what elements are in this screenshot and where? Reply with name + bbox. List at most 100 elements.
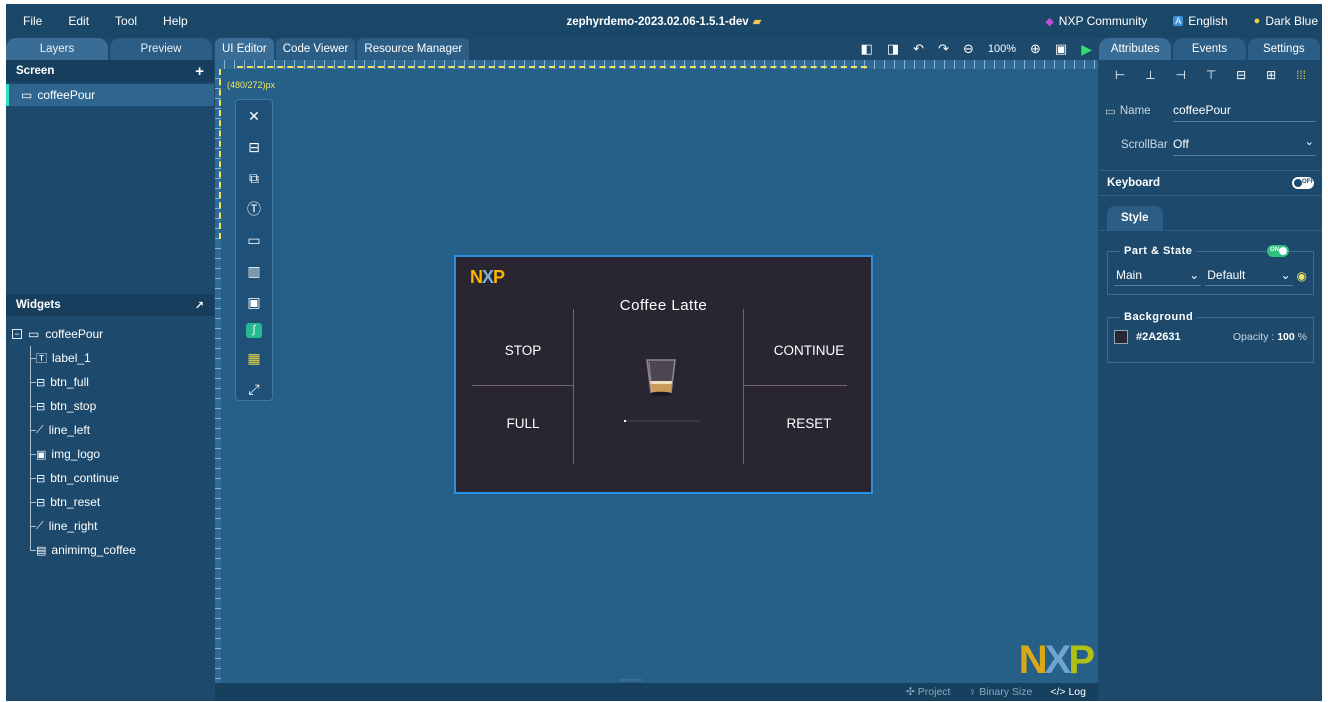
widgets-section-header: Widgets ↗ xyxy=(6,294,214,316)
tree-item-label: btn_reset xyxy=(50,495,101,509)
log-label: Log xyxy=(1068,686,1086,698)
tab-events[interactable]: Events xyxy=(1173,38,1246,60)
tree-item-line-right[interactable]: ⟋ line_right xyxy=(6,514,214,538)
panel-drag-handle[interactable] xyxy=(620,679,642,681)
line-widget-icon[interactable]: ∫ xyxy=(246,322,262,339)
align-left-icon[interactable]: ⊢ xyxy=(1115,68,1125,82)
background-hex[interactable]: #2A2631 xyxy=(1136,331,1181,343)
bring-front-icon[interactable]: ◧ xyxy=(861,41,873,57)
name-property: ▭ Name coffeePour xyxy=(1099,98,1322,124)
tree-item-label: img_logo xyxy=(51,447,101,461)
popout-icon[interactable]: ↗ xyxy=(195,299,204,312)
part-state-toggle-text: ON xyxy=(1270,247,1279,253)
collapse-palette-icon[interactable]: ✕ xyxy=(243,106,265,127)
send-back-icon[interactable]: ◨ xyxy=(887,41,899,57)
background-color-swatch[interactable] xyxy=(1114,330,1128,344)
continue-button[interactable]: CONTINUE xyxy=(754,343,864,358)
add-screen-icon[interactable]: + xyxy=(195,63,204,80)
run-icon[interactable]: ▶ xyxy=(1081,41,1092,58)
state-select[interactable]: Default ⌄ xyxy=(1205,266,1293,286)
opacity-readout[interactable]: Opacity : 100 % xyxy=(1233,331,1307,343)
menu-file[interactable]: File xyxy=(10,14,55,28)
widgets-section-title: Widgets xyxy=(16,299,61,311)
resolution-label: (480/272)px xyxy=(227,80,276,90)
collapse-icon[interactable]: − xyxy=(12,329,22,339)
keyboard-toggle[interactable]: OFF xyxy=(1292,177,1314,189)
part-state-toggle[interactable]: ON xyxy=(1267,245,1289,257)
project-status-tab[interactable]: ✣ Project xyxy=(906,686,950,698)
image-widget-icon[interactable]: ▣ xyxy=(243,292,265,313)
tree-item-line-left[interactable]: ⟋ line_left xyxy=(6,418,214,442)
align-bottom-icon[interactable]: ⊞ xyxy=(1266,68,1276,82)
tab-preview[interactable]: Preview xyxy=(110,38,212,60)
export-icon[interactable]: ▣ xyxy=(1055,41,1067,57)
tree-item-btn-reset[interactable]: ⊟ btn_reset xyxy=(6,490,214,514)
full-button[interactable]: FULL xyxy=(473,416,573,431)
grid-icon[interactable]: ⁞⁞⁞ xyxy=(1296,68,1306,82)
align-middle-icon[interactable]: ⊟ xyxy=(1236,68,1246,82)
tab-resource-manager[interactable]: Resource Manager xyxy=(357,38,470,60)
align-right-icon[interactable]: ⊣ xyxy=(1176,68,1186,82)
tab-attributes[interactable]: Attributes xyxy=(1099,38,1172,60)
main-menu: File Edit Tool Help xyxy=(6,14,201,28)
menu-help[interactable]: Help xyxy=(150,14,201,28)
screen-item-label: coffeePour xyxy=(37,88,96,102)
reset-button[interactable]: RESET xyxy=(754,416,864,431)
line-right xyxy=(743,385,847,386)
tree-item-btn-stop[interactable]: ⊟ btn_stop xyxy=(6,394,214,418)
eye-icon[interactable]: ◉ xyxy=(1297,269,1307,283)
zoom-out-icon[interactable]: ⊖ xyxy=(963,41,974,57)
stop-button[interactable]: STOP xyxy=(473,343,573,358)
tree-item-label: label_1 xyxy=(52,351,91,365)
qrcode-widget-icon[interactable]: ▦ xyxy=(243,348,265,369)
log-tab[interactable]: </> Log xyxy=(1050,686,1086,698)
align-center-icon[interactable]: ⊥ xyxy=(1145,68,1155,82)
name-field[interactable]: coffeePour xyxy=(1173,100,1316,122)
coffee-title-label: Coffee Latte xyxy=(619,297,708,314)
scrollbar-select[interactable]: Off xyxy=(1173,134,1316,156)
app-window: File Edit Tool Help zephyrdemo-2023.02.0… xyxy=(6,4,1322,701)
button-widget-icon[interactable]: ⊟ xyxy=(243,137,265,158)
chevron-down-icon: ⌄ xyxy=(1280,268,1291,282)
tab-layers[interactable]: Layers xyxy=(6,38,108,60)
folder-icon[interactable]: ▰ xyxy=(753,16,762,28)
tree-item-label-1[interactable]: 🅃label_1 xyxy=(6,346,214,370)
tab-style[interactable]: Style xyxy=(1107,206,1163,230)
theme-selector[interactable]: ● Dark Blue xyxy=(1254,14,1318,28)
tree-item-animimg-coffee[interactable]: ▤ animimg_coffee xyxy=(6,538,214,562)
undo-icon[interactable]: ↶ xyxy=(913,41,924,57)
tree-root-coffeepour[interactable]: − ▭ coffeePour xyxy=(6,322,214,346)
tree-item-btn-continue[interactable]: ⊟ btn_continue xyxy=(6,466,214,490)
monitor-icon: ▭ xyxy=(28,327,40,341)
screen-item-coffeepour[interactable]: ▭ coffeePour xyxy=(6,84,214,106)
nxp-logo: NXP xyxy=(470,267,505,287)
tab-code-viewer[interactable]: Code Viewer xyxy=(275,38,356,60)
part-select[interactable]: Main ⌄ xyxy=(1114,266,1202,286)
tree-item-btn-full[interactable]: ⊟ btn_full xyxy=(6,370,214,394)
line-left xyxy=(472,385,573,386)
label-icon: 🅃 xyxy=(36,353,47,365)
chart-widget-icon[interactable]: ▥ xyxy=(243,261,265,282)
chevron-down-icon[interactable]: ⌄ xyxy=(1305,135,1314,148)
language-selector[interactable]: A English xyxy=(1173,14,1228,28)
tab-ui-editor[interactable]: UI Editor xyxy=(215,38,274,60)
menu-tool[interactable]: Tool xyxy=(102,14,150,28)
theme-label: Dark Blue xyxy=(1265,14,1318,28)
dropdown-widget-icon[interactable]: ▭ xyxy=(243,230,265,251)
device-screen[interactable]: NXP Coffee Latte STOP FULL CONTINUE RESE… xyxy=(454,255,873,494)
label-widget-icon[interactable]: Ⓣ xyxy=(243,199,265,220)
expand-palette-icon[interactable]: ⤢ xyxy=(243,379,265,400)
menu-edit[interactable]: Edit xyxy=(55,14,102,28)
state-select-value: Default xyxy=(1207,268,1246,282)
imgbutton-widget-icon[interactable]: ⧉ xyxy=(243,168,265,189)
widget-palette: ✕ ⊟ ⧉ Ⓣ ▭ ▥ ▣ ∫ ▦ ⤢ xyxy=(235,99,273,401)
tree-item-img-logo[interactable]: ▣ img_logo xyxy=(6,442,214,466)
tree-item-label: animimg_coffee xyxy=(51,543,136,557)
screen-section-title: Screen xyxy=(16,65,55,77)
zoom-in-icon[interactable]: ⊕ xyxy=(1030,41,1041,57)
align-top-icon[interactable]: ⊤ xyxy=(1206,68,1216,82)
redo-icon[interactable]: ↷ xyxy=(938,41,949,57)
nxp-community-link[interactable]: ◆ NXP Community xyxy=(1045,14,1147,28)
tab-settings[interactable]: Settings xyxy=(1247,38,1320,60)
binary-size-tab[interactable]: ♀ Binary Size xyxy=(968,686,1032,698)
